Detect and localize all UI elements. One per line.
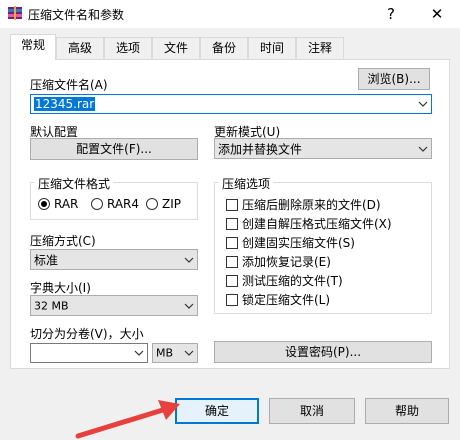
radio-rar-circle[interactable] — [38, 198, 50, 210]
checkbox-delete-after-label: 压缩后删除原来的文件(D) — [242, 198, 381, 212]
winrar-app-icon — [7, 5, 23, 21]
chevron-down-icon[interactable] — [134, 349, 144, 357]
tab-options[interactable]: 选项 — [104, 37, 152, 59]
archive-name-label: 压缩文件名(A) — [30, 78, 108, 92]
tab-general[interactable]: 常规 — [10, 34, 56, 60]
tab-advanced[interactable]: 高级 — [56, 37, 104, 59]
archiving-options-label: 压缩选项 — [219, 175, 274, 192]
tab-comment[interactable]: 注释 — [296, 37, 344, 59]
checkbox-create-sfx-box[interactable] — [226, 217, 238, 230]
radio-rar4[interactable]: RAR4 — [91, 197, 139, 211]
browse-button[interactable]: 浏览(B)... — [358, 68, 430, 90]
help-question-icon[interactable]: ? — [368, 0, 414, 28]
chevron-down-icon[interactable] — [184, 302, 194, 310]
chevron-down-icon[interactable] — [418, 145, 428, 153]
help-button[interactable]: 帮助 — [365, 398, 449, 424]
radio-rar4-circle[interactable] — [91, 198, 103, 210]
checkbox-recovery-record[interactable]: 添加恢复记录(E) — [226, 253, 331, 270]
radio-zip-circle[interactable] — [146, 198, 158, 210]
window-title: 压缩文件名和参数 — [28, 8, 125, 22]
compression-method-select[interactable]: 标准 — [30, 249, 198, 270]
chevron-down-icon[interactable] — [184, 349, 194, 357]
cancel-button[interactable]: 取消 — [269, 398, 355, 424]
update-mode-select[interactable]: 添加并替换文件 — [214, 138, 432, 159]
checkbox-test-files-box[interactable] — [226, 274, 238, 287]
dictionary-size-select[interactable]: 32 MB — [30, 295, 198, 316]
tab-time[interactable]: 时间 — [248, 37, 296, 59]
tab-backup[interactable]: 备份 — [200, 37, 248, 59]
checkbox-lock-archive[interactable]: 锁定压缩文件(L) — [226, 291, 330, 308]
checkbox-create-sfx-label: 创建自解压格式压缩文件(X) — [242, 217, 392, 231]
checkbox-create-sfx[interactable]: 创建自解压格式压缩文件(X) — [226, 215, 392, 232]
split-unit-value: MB — [156, 346, 174, 360]
checkbox-delete-after-box[interactable] — [226, 198, 238, 211]
radio-zip-label: ZIP — [162, 197, 181, 211]
checkbox-solid-label: 创建固实压缩文件(S) — [242, 236, 355, 250]
profiles-button[interactable]: 配置文件(F)... — [30, 138, 198, 160]
checkbox-solid[interactable]: 创建固实压缩文件(S) — [226, 234, 355, 251]
archive-format-label: 压缩文件格式 — [35, 175, 114, 192]
split-volumes-label: 切分为分卷(V)，大小 — [30, 327, 144, 341]
checkbox-recovery-record-label: 添加恢复记录(E) — [242, 255, 331, 269]
split-volumes-combo[interactable] — [30, 343, 148, 363]
set-password-button[interactable]: 设置密码(P)... — [214, 341, 432, 363]
checkbox-solid-box[interactable] — [226, 236, 238, 249]
chevron-down-icon[interactable] — [184, 256, 194, 264]
compression-method-label: 压缩方式(C) — [30, 234, 96, 248]
checkbox-test-files[interactable]: 测试压缩的文件(T) — [226, 272, 343, 289]
close-icon[interactable]: ✕ — [414, 0, 460, 28]
dictionary-size-value: 32 MB — [34, 299, 69, 312]
radio-rar[interactable]: RAR — [38, 197, 78, 211]
checkbox-delete-after[interactable]: 压缩后删除原来的文件(D) — [226, 196, 381, 213]
archive-name-input[interactable]: 12345.rar — [34, 97, 96, 111]
update-mode-value: 添加并替换文件 — [218, 142, 303, 156]
compression-method-value: 标准 — [34, 253, 59, 267]
radio-rar4-label: RAR4 — [107, 197, 140, 211]
checkbox-lock-archive-box[interactable] — [226, 293, 238, 306]
chevron-down-icon[interactable] — [418, 100, 428, 108]
red-arrow-annotation — [75, 400, 180, 439]
checkbox-test-files-label: 测试压缩的文件(T) — [242, 274, 343, 288]
archive-name-combo[interactable]: 12345.rar — [30, 94, 432, 114]
split-unit-select[interactable]: MB — [152, 343, 198, 363]
tab-files[interactable]: 文件 — [152, 37, 200, 59]
radio-zip[interactable]: ZIP — [146, 197, 181, 211]
checkbox-recovery-record-box[interactable] — [226, 255, 238, 268]
checkbox-lock-archive-label: 锁定压缩文件(L) — [242, 293, 331, 307]
dictionary-size-label: 字典大小(I) — [30, 281, 91, 295]
radio-rar-label: RAR — [54, 197, 79, 211]
